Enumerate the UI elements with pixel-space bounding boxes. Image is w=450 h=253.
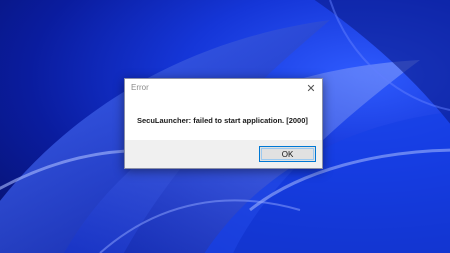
close-icon[interactable]: ✕ xyxy=(300,79,322,97)
error-message: SecuLauncher: failed to start applicatio… xyxy=(137,116,308,125)
ok-button[interactable]: OK xyxy=(259,146,316,162)
dialog-footer: OK xyxy=(125,140,322,168)
error-dialog: Error ✕ SecuLauncher: failed to start ap… xyxy=(124,78,323,169)
dialog-title: Error xyxy=(131,83,149,92)
dialog-titlebar[interactable]: Error ✕ xyxy=(125,79,322,97)
